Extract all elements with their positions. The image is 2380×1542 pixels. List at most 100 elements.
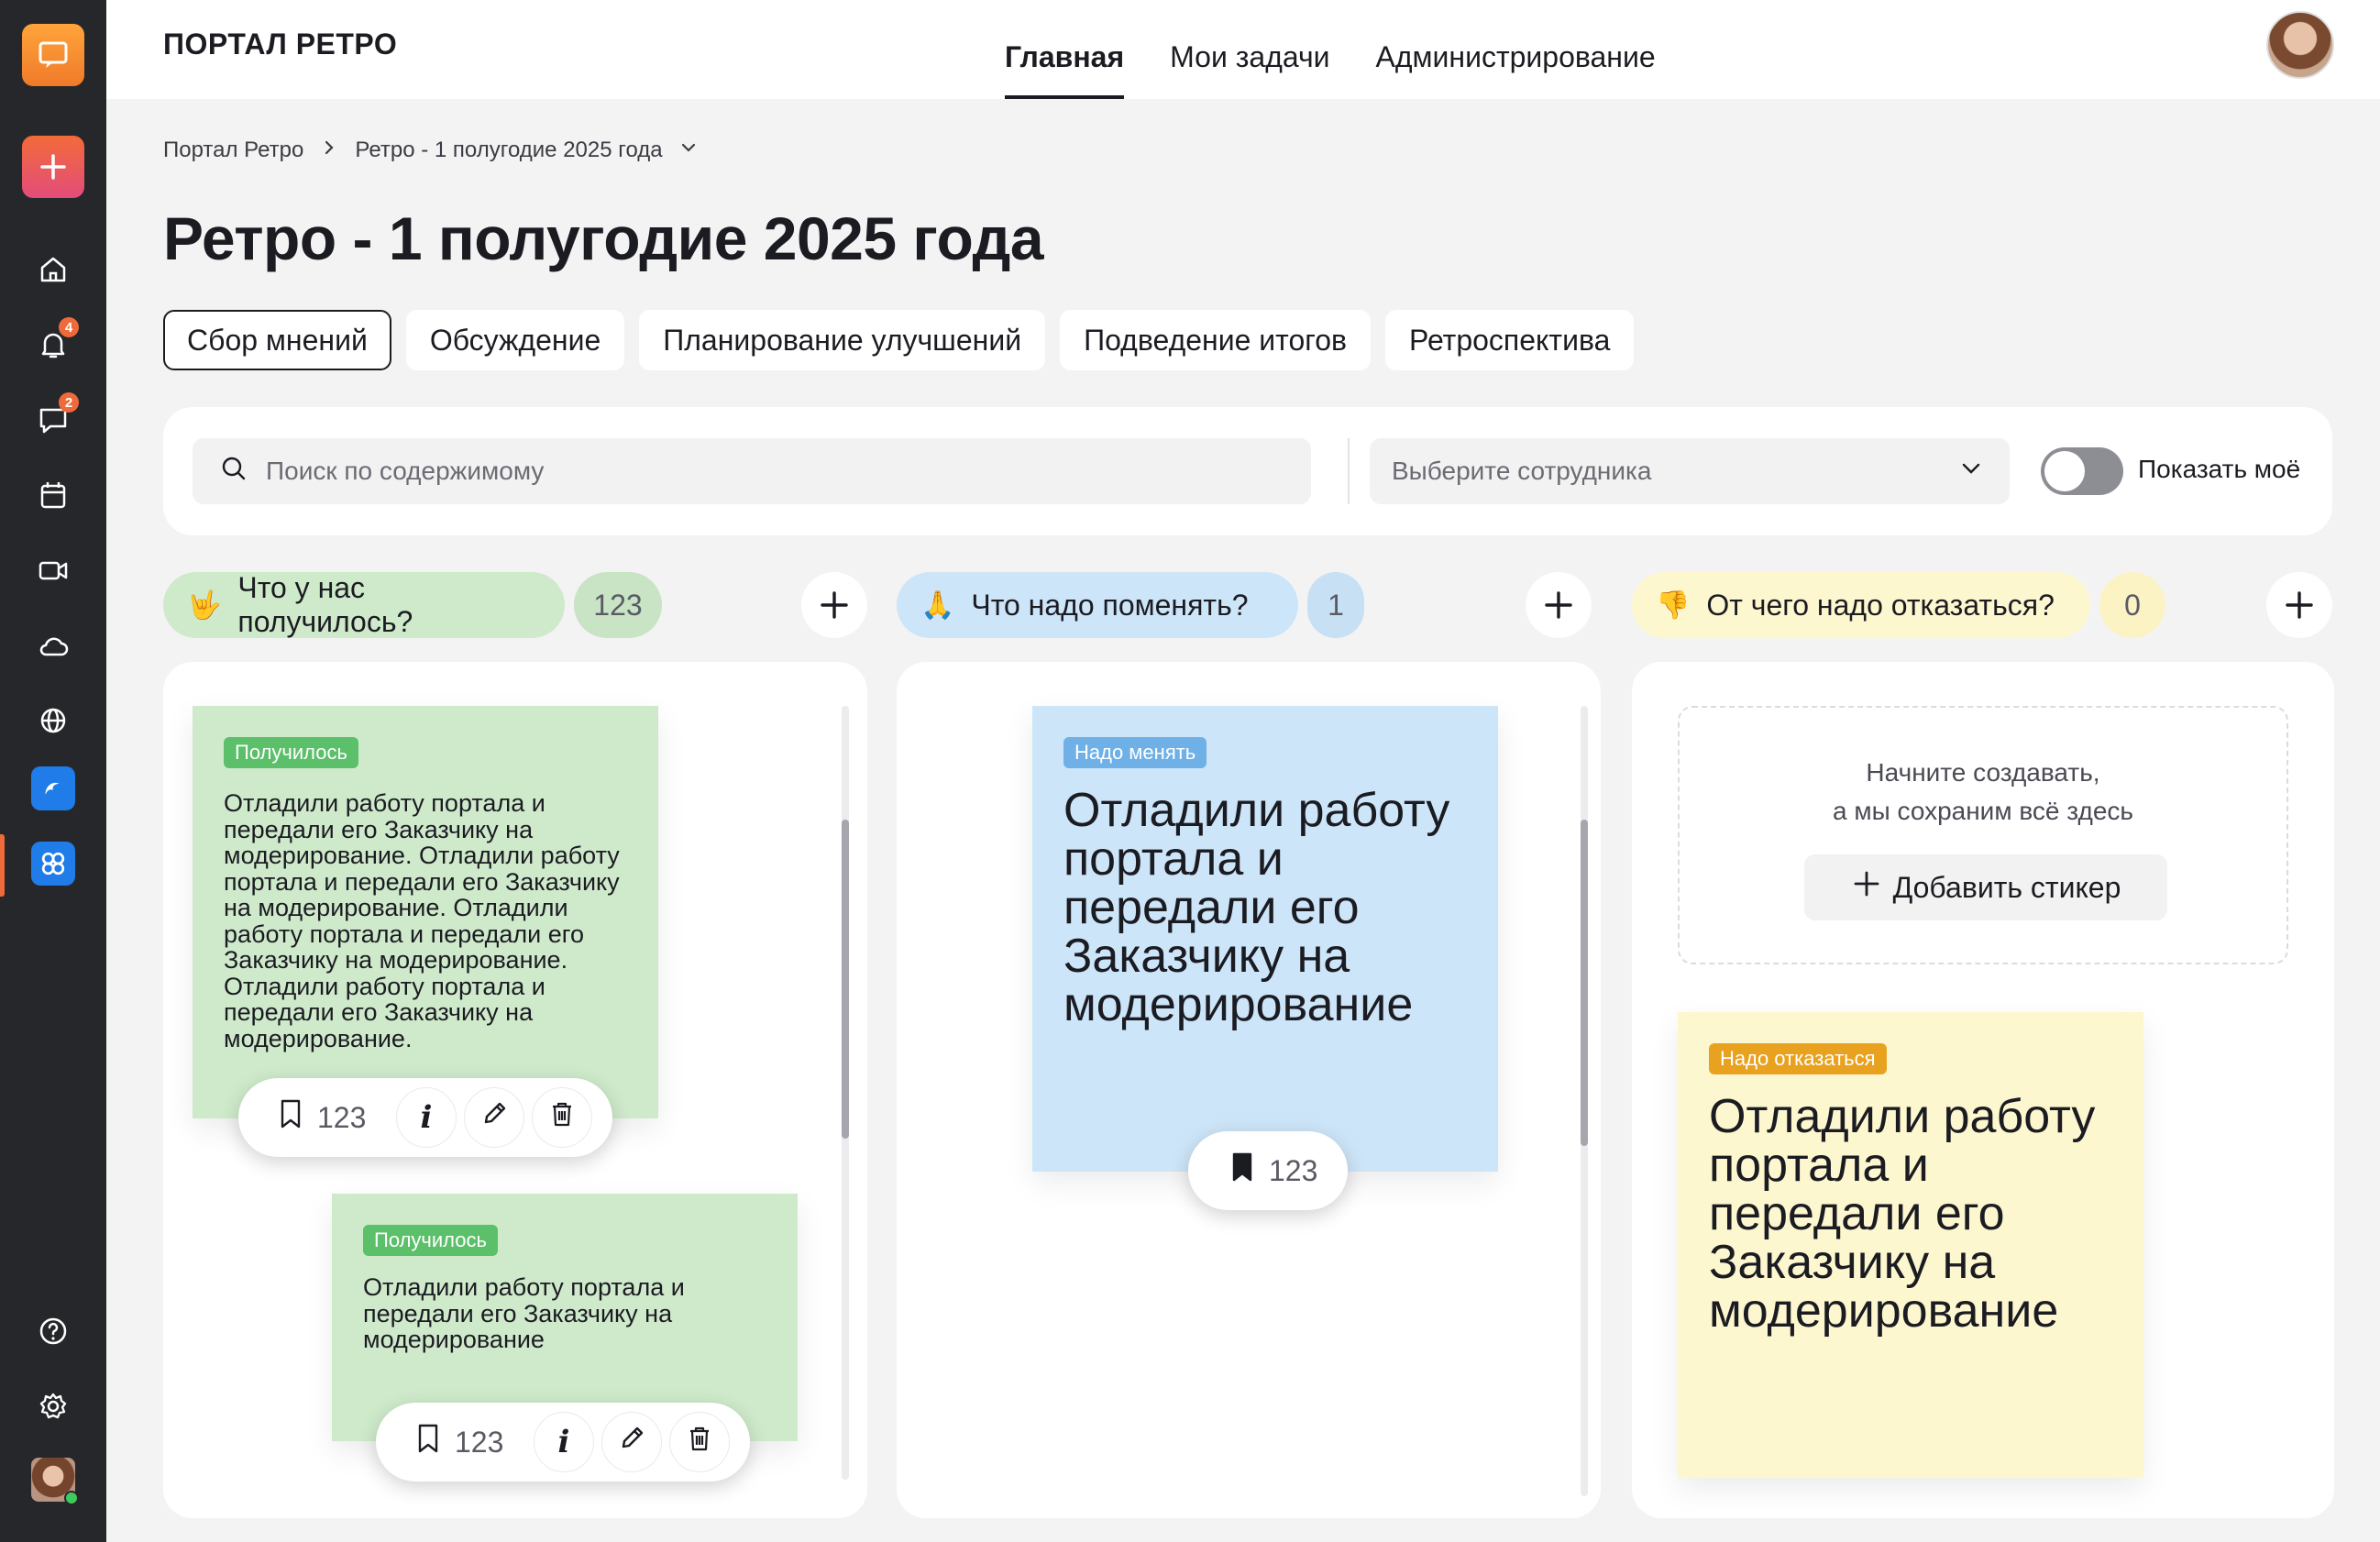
sticker-actions: 123 i: [376, 1403, 750, 1481]
rock-hand-icon: 🤟: [187, 589, 222, 621]
cloud-icon[interactable]: [31, 623, 75, 667]
column-title: Что надо поменять?: [971, 588, 1249, 622]
sticker-tag: Получилось: [363, 1225, 498, 1256]
breadcrumb-current[interactable]: Ретро - 1 полугодие 2025 года: [355, 138, 662, 163]
sticker-tag: Получилось: [224, 737, 358, 768]
info-button[interactable]: i: [396, 1087, 457, 1148]
video-icon[interactable]: [31, 548, 75, 592]
sticker-actions: 123: [1188, 1131, 1348, 1210]
column-count: 0: [2099, 572, 2165, 638]
nav-admin[interactable]: Администрирование: [1376, 0, 1656, 99]
breadcrumb: Портал Ретро Ретро - 1 полугодие 2025 го…: [163, 138, 698, 163]
column-header-to-drop: 👎 От чего надо отказаться?: [1632, 572, 2090, 638]
edit-button[interactable]: [601, 1412, 662, 1472]
praying-hands-icon: 🙏: [920, 589, 955, 621]
home-icon[interactable]: [31, 248, 75, 292]
page-title: Ретро - 1 полугодие 2025 года: [163, 204, 1044, 272]
pencil-icon: [479, 1098, 510, 1138]
bookmark-counter[interactable]: 123: [414, 1403, 503, 1481]
tab-discussion[interactable]: Обсуждение: [405, 310, 625, 370]
bookmark-icon: [277, 1098, 304, 1137]
sticker-tag: Надо отказаться: [1709, 1043, 1887, 1074]
sticker-text: Отладили работу портала и передали его З…: [1709, 1090, 2096, 1338]
retro-app-icon[interactable]: [31, 842, 75, 886]
empty-state: Начните создавать, а мы сохраним всё зде…: [1678, 706, 2288, 964]
sticker-text: Отладили работу портала и передали его З…: [224, 789, 620, 1052]
chevron-down-icon[interactable]: [679, 138, 698, 163]
add-sticker-label: Добавить стикер: [1892, 870, 2121, 904]
sticker-card[interactable]: Надо отказаться Отладили работу портала …: [1678, 1012, 2143, 1478]
brand-title: ПОРТАЛ РЕТРО: [163, 28, 398, 61]
sticker-text: Отладили работу портала и передали его З…: [363, 1273, 685, 1353]
trash-icon: [546, 1098, 578, 1138]
delete-button[interactable]: [669, 1412, 730, 1472]
active-indicator: [0, 834, 5, 897]
bookmark-icon: [414, 1423, 442, 1461]
column-header-went-well: 🤟 Что у нас получилось?: [163, 571, 565, 638]
settings-icon[interactable]: [31, 1384, 75, 1428]
tab-summary[interactable]: Подведение итогов: [1060, 310, 1371, 370]
online-status-dot: [64, 1491, 79, 1505]
plus-icon[interactable]: [22, 136, 84, 198]
show-mine-toggle[interactable]: [2041, 447, 2123, 495]
nav-my-tasks[interactable]: Мои задачи: [1170, 0, 1329, 99]
sticker-actions: 123 i: [238, 1078, 612, 1157]
message-icon[interactable]: 2: [31, 392, 79, 442]
plus-icon: [1851, 868, 1882, 907]
edit-button[interactable]: [464, 1087, 524, 1148]
column-title: От чего надо отказаться?: [1706, 588, 2055, 622]
top-bar: ПОРТАЛ РЕТРО Главная Мои задачи Админист…: [106, 0, 2380, 99]
bookmark-count: 123: [317, 1100, 367, 1134]
add-sticker-button[interactable]: [1526, 572, 1592, 638]
trash-icon: [684, 1423, 715, 1462]
globe-icon[interactable]: [31, 699, 75, 743]
empty-state-line-2: а мы сохраним всё здесь: [1833, 797, 2133, 825]
sticker-card[interactable]: Надо менять Отладили работу портала и пе…: [1032, 706, 1498, 1172]
add-sticker-button[interactable]: [801, 572, 867, 638]
bookmark-count: 123: [1269, 1153, 1318, 1187]
sticker-tag: Надо менять: [1063, 737, 1207, 768]
info-button[interactable]: i: [534, 1412, 594, 1472]
main-nav: Главная Мои задачи Администрирование: [1005, 0, 1656, 99]
bookmark-count: 123: [455, 1425, 504, 1459]
help-icon[interactable]: [31, 1309, 75, 1353]
scrollbar-thumb[interactable]: [1581, 820, 1588, 1146]
chat-logo-icon[interactable]: [22, 24, 84, 86]
tab-improvement-planning[interactable]: Планирование улучшений: [639, 310, 1046, 370]
sticker-text: Отладили работу портала и передали его З…: [1063, 784, 1450, 1031]
sticker-card[interactable]: Получилось Отладили работу портала и пер…: [193, 706, 658, 1118]
message-badge: 2: [59, 392, 79, 413]
tab-collect-opinions[interactable]: Сбор мнений: [163, 310, 391, 370]
notification-badge: 4: [59, 317, 79, 337]
empty-state-line-1: Начните создавать,: [1866, 758, 2100, 787]
column-count: 123: [574, 572, 662, 638]
column-header-to-change: 🙏 Что надо поменять?: [897, 572, 1298, 638]
add-sticker-button[interactable]: [2266, 572, 2332, 638]
bookmark-filled-icon: [1229, 1151, 1256, 1190]
app-blue-icon[interactable]: [31, 766, 75, 810]
thumbs-down-icon: 👎: [1656, 589, 1691, 621]
scrollbar-thumb[interactable]: [842, 820, 849, 1139]
column-count: 1: [1307, 572, 1364, 638]
delete-button[interactable]: [532, 1087, 592, 1148]
pencil-icon: [616, 1423, 647, 1462]
search-placeholder: Поиск по содержимому: [266, 457, 545, 485]
breadcrumb-root[interactable]: Портал Ретро: [163, 138, 303, 163]
employee-select[interactable]: Выберите сотрудника: [1370, 438, 2010, 504]
bookmark-counter[interactable]: 123: [277, 1078, 366, 1157]
profile-avatar[interactable]: [2266, 11, 2334, 79]
scrollbar[interactable]: [1581, 706, 1588, 1496]
filter-panel: Поиск по содержимому Выберите сотрудника…: [163, 407, 2332, 535]
bookmark-counter[interactable]: 123: [1229, 1131, 1317, 1210]
search-input[interactable]: Поиск по содержимому: [193, 438, 1311, 504]
chevron-down-icon: [1958, 456, 1984, 488]
add-sticker-cta[interactable]: Добавить стикер: [1804, 854, 2167, 920]
tab-retrospective[interactable]: Ретроспектива: [1385, 310, 1635, 370]
employee-select-placeholder: Выберите сотрудника: [1392, 457, 1652, 485]
left-rail: 4 2: [0, 0, 106, 1542]
calendar-icon[interactable]: [31, 473, 75, 517]
nav-home[interactable]: Главная: [1005, 0, 1125, 99]
user-avatar[interactable]: [31, 1458, 79, 1505]
bell-icon[interactable]: 4: [31, 317, 79, 367]
scrollbar[interactable]: [842, 706, 849, 1480]
